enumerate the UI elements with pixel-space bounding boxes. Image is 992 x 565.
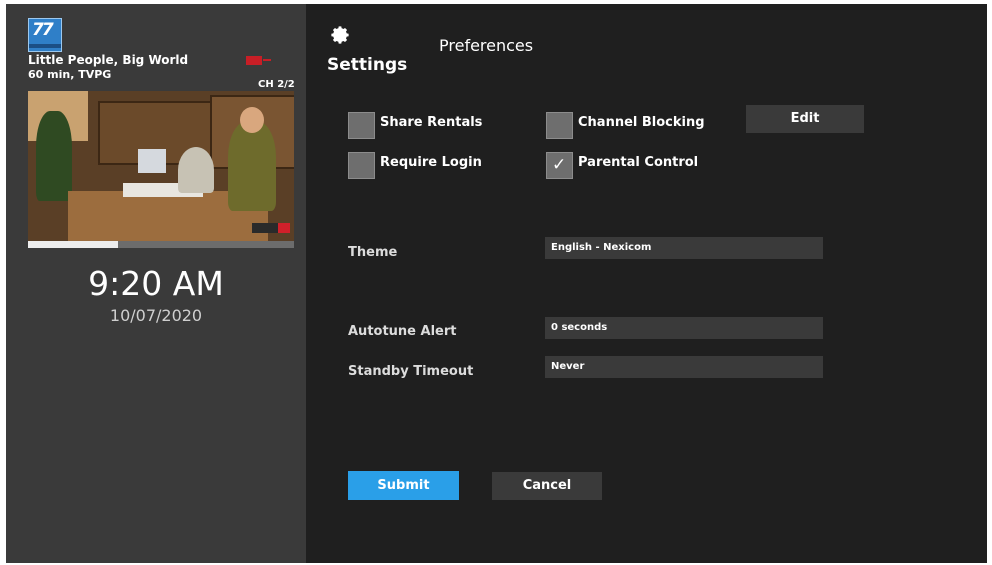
channel-blocking-checkbox[interactable] (546, 112, 573, 139)
require-login-checkbox[interactable] (348, 152, 375, 179)
cancel-button[interactable]: Cancel (492, 472, 602, 500)
autotune-alert-label: Autotune Alert (348, 324, 457, 339)
checkmark-icon: ✓ (552, 155, 567, 175)
video-preview[interactable] (28, 91, 294, 241)
network-logo-icon: 77 (28, 18, 62, 52)
channel-number: CH 2/2 (258, 79, 295, 90)
logo-stripe (29, 44, 61, 48)
preview-person (178, 147, 214, 193)
preview-person-head (240, 107, 264, 133)
logo-text: 77 (32, 20, 54, 40)
parental-control-label: Parental Control (578, 155, 699, 170)
rating-badge-icon (246, 56, 262, 65)
program-info: 60 min, TVPG (28, 68, 112, 81)
watch-progress-fill (28, 241, 119, 248)
share-rentals-label: Share Rentals (380, 115, 483, 130)
preview-plant (36, 111, 72, 201)
clock-time: 9:20 AM (88, 264, 224, 303)
watch-progress-bar (28, 241, 294, 248)
settings-label: Settings (327, 55, 408, 75)
now-playing-panel: 77 Little People, Big World 60 min, TVPG… (6, 4, 306, 563)
clock-date: 10/07/2020 (109, 306, 203, 325)
preview-channel-bug (252, 223, 290, 233)
preview-person (228, 121, 276, 211)
program-title: Little People, Big World (28, 53, 189, 67)
theme-label: Theme (348, 245, 398, 260)
rating-badge-tail (263, 59, 271, 61)
standby-timeout-label: Standby Timeout (348, 364, 474, 379)
gear-icon (331, 26, 349, 44)
standby-timeout-select[interactable]: Never (545, 356, 823, 378)
parental-control-checkbox[interactable]: ✓ (546, 152, 573, 179)
autotune-alert-select[interactable]: 0 seconds (545, 317, 823, 339)
page-title: Preferences (439, 36, 534, 55)
preview-laptop (138, 149, 166, 173)
require-login-label: Require Login (380, 155, 482, 170)
tv-screen: 77 Little People, Big World 60 min, TVPG… (6, 4, 987, 563)
theme-select[interactable]: English - Nexicom (545, 237, 823, 259)
submit-button[interactable]: Submit (348, 471, 459, 500)
channel-blocking-label: Channel Blocking (578, 115, 705, 130)
edit-button[interactable]: Edit (746, 105, 864, 133)
share-rentals-checkbox[interactable] (348, 112, 375, 139)
